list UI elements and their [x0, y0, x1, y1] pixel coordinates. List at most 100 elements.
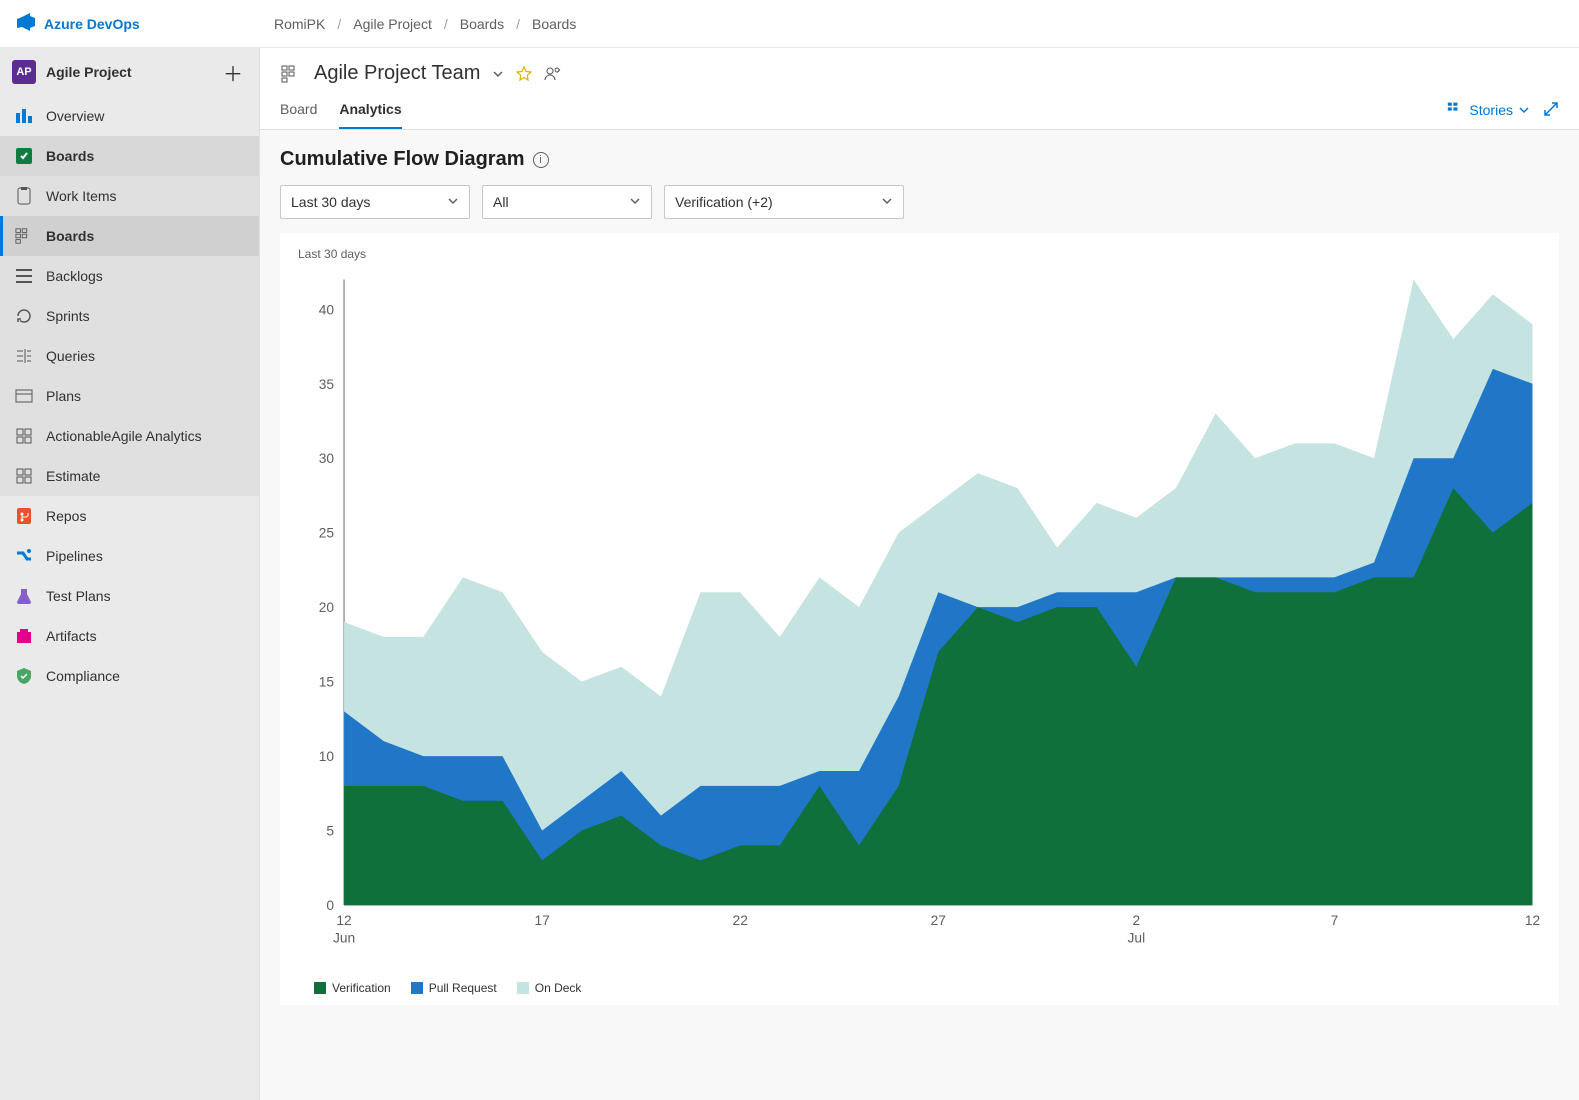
workitems-icon: [14, 186, 34, 206]
sidebar-item-label: Backlogs: [46, 268, 103, 284]
sidebar-item-sprints[interactable]: Sprints: [0, 296, 259, 336]
svg-text:22: 22: [733, 913, 748, 928]
sidebar-item-label: Boards: [46, 148, 94, 164]
legend-item-on-deck[interactable]: On Deck: [517, 981, 582, 995]
sidebar-item-label: ActionableAgile Analytics: [46, 428, 202, 444]
sidebar-item-queries[interactable]: Queries: [0, 336, 259, 376]
breadcrumb-item[interactable]: Boards: [532, 16, 576, 32]
swatch-icon: [314, 982, 326, 994]
favorite-star-icon[interactable]: [516, 66, 532, 82]
breadcrumb-item[interactable]: RomiPK: [274, 16, 325, 32]
swatch-icon: [517, 982, 529, 994]
chevron-down-icon: [447, 194, 459, 210]
sidebar-item-compliance[interactable]: Compliance: [0, 656, 259, 696]
sidebar-item-label: Queries: [46, 348, 95, 364]
backlogs-icon: [14, 266, 34, 286]
sprints-icon: [14, 306, 34, 326]
repos-icon: [14, 506, 34, 526]
svg-text:2: 2: [1133, 913, 1141, 928]
sidebar-item-label: Compliance: [46, 668, 120, 684]
sidebar-item-label: Work Items: [46, 188, 117, 204]
svg-text:10: 10: [319, 749, 335, 764]
sidebar-item-label: Pipelines: [46, 548, 103, 564]
add-button[interactable]: ＋: [219, 54, 247, 91]
svg-text:20: 20: [319, 600, 335, 615]
sidebar-item-plans[interactable]: Plans: [0, 376, 259, 416]
svg-text:25: 25: [319, 526, 335, 541]
chevron-down-icon: [881, 194, 893, 210]
columns-filter[interactable]: Verification (+2): [664, 185, 904, 219]
sidebar-item-estimate[interactable]: Estimate: [0, 456, 259, 496]
backlog-level-dropdown[interactable]: Stories: [1447, 101, 1529, 120]
svg-text:35: 35: [319, 377, 335, 392]
brand-label: Azure DevOps: [44, 16, 140, 32]
svg-text:12: 12: [336, 913, 351, 928]
project-name[interactable]: Agile Project: [46, 64, 209, 80]
svg-text:15: 15: [319, 675, 335, 690]
sidebar: AP Agile Project ＋ OverviewBoardsWork It…: [0, 48, 260, 1100]
sidebar-item-label: Boards: [46, 228, 94, 244]
boards-icon: [14, 146, 34, 166]
svg-text:0: 0: [326, 898, 334, 913]
legend-item-verification[interactable]: Verification: [314, 981, 391, 995]
fullscreen-button[interactable]: [1543, 101, 1559, 120]
info-icon[interactable]: i: [533, 152, 549, 168]
sidebar-item-repos[interactable]: Repos: [0, 496, 259, 536]
sidebar-item-label: Overview: [46, 108, 104, 124]
grid-icon: [14, 426, 34, 446]
svg-text:Jul: Jul: [1128, 931, 1146, 946]
sidebar-item-work-items[interactable]: Work Items: [0, 176, 259, 216]
breadcrumb-item[interactable]: Boards: [460, 16, 504, 32]
overview-icon: [14, 106, 34, 126]
sidebar-item-label: Plans: [46, 388, 81, 404]
boards2-icon: [14, 226, 34, 246]
sidebar-item-boards[interactable]: Boards: [0, 216, 259, 256]
breadcrumb: RomiPK / Agile Project / Boards / Boards: [260, 16, 576, 32]
chevron-down-icon: [629, 194, 641, 210]
section-title: Cumulative Flow Diagram: [280, 148, 525, 171]
team-name: Agile Project Team: [314, 62, 480, 85]
brand[interactable]: Azure DevOps: [0, 12, 260, 35]
sidebar-item-label: Repos: [46, 508, 86, 524]
sidebar-item-label: Artifacts: [46, 628, 97, 644]
swimlanes-filter[interactable]: All: [482, 185, 652, 219]
svg-text:7: 7: [1331, 913, 1339, 928]
svg-text:12: 12: [1525, 913, 1540, 928]
board-icon: [280, 63, 302, 85]
team-members-icon[interactable]: [544, 66, 562, 82]
grid-icon: [14, 466, 34, 486]
compliance-icon: [14, 666, 34, 686]
sidebar-item-pipelines[interactable]: Pipelines: [0, 536, 259, 576]
breadcrumb-item[interactable]: Agile Project: [353, 16, 432, 32]
chart-caption: Last 30 days: [294, 247, 1545, 261]
svg-text:5: 5: [326, 824, 334, 839]
testplans-icon: [14, 586, 34, 606]
svg-text:Jun: Jun: [333, 931, 355, 946]
pipelines-icon: [14, 546, 34, 566]
svg-text:27: 27: [931, 913, 946, 928]
swatch-icon: [411, 982, 423, 994]
sidebar-item-boards[interactable]: Boards: [0, 136, 259, 176]
cumulative-flow-chart: 0 5 10 15 20 25 30 35 40 12 Jun 17 22 27 2 Jul 7 12: [294, 267, 1545, 968]
backlog-level-label: Stories: [1469, 102, 1513, 118]
sidebar-item-test-plans[interactable]: Test Plans: [0, 576, 259, 616]
sidebar-item-label: Sprints: [46, 308, 90, 324]
sidebar-item-backlogs[interactable]: Backlogs: [0, 256, 259, 296]
legend-item-pull-request[interactable]: Pull Request: [411, 981, 497, 995]
team-dropdown[interactable]: [492, 68, 504, 80]
svg-text:17: 17: [534, 913, 549, 928]
queries-icon: [14, 346, 34, 366]
sidebar-item-artifacts[interactable]: Artifacts: [0, 616, 259, 656]
azure-devops-icon: [16, 12, 36, 35]
plans-icon: [14, 386, 34, 406]
svg-text:30: 30: [319, 451, 335, 466]
board-icon: [1447, 101, 1463, 120]
sidebar-item-label: Estimate: [46, 468, 100, 484]
svg-text:40: 40: [319, 302, 335, 317]
tab-analytics[interactable]: Analytics: [339, 91, 401, 129]
sidebar-item-overview[interactable]: Overview: [0, 96, 259, 136]
chevron-down-icon: [1519, 102, 1529, 118]
sidebar-item-actionableagile-analytics[interactable]: ActionableAgile Analytics: [0, 416, 259, 456]
tab-board[interactable]: Board: [280, 91, 317, 129]
time-range-filter[interactable]: Last 30 days: [280, 185, 470, 219]
